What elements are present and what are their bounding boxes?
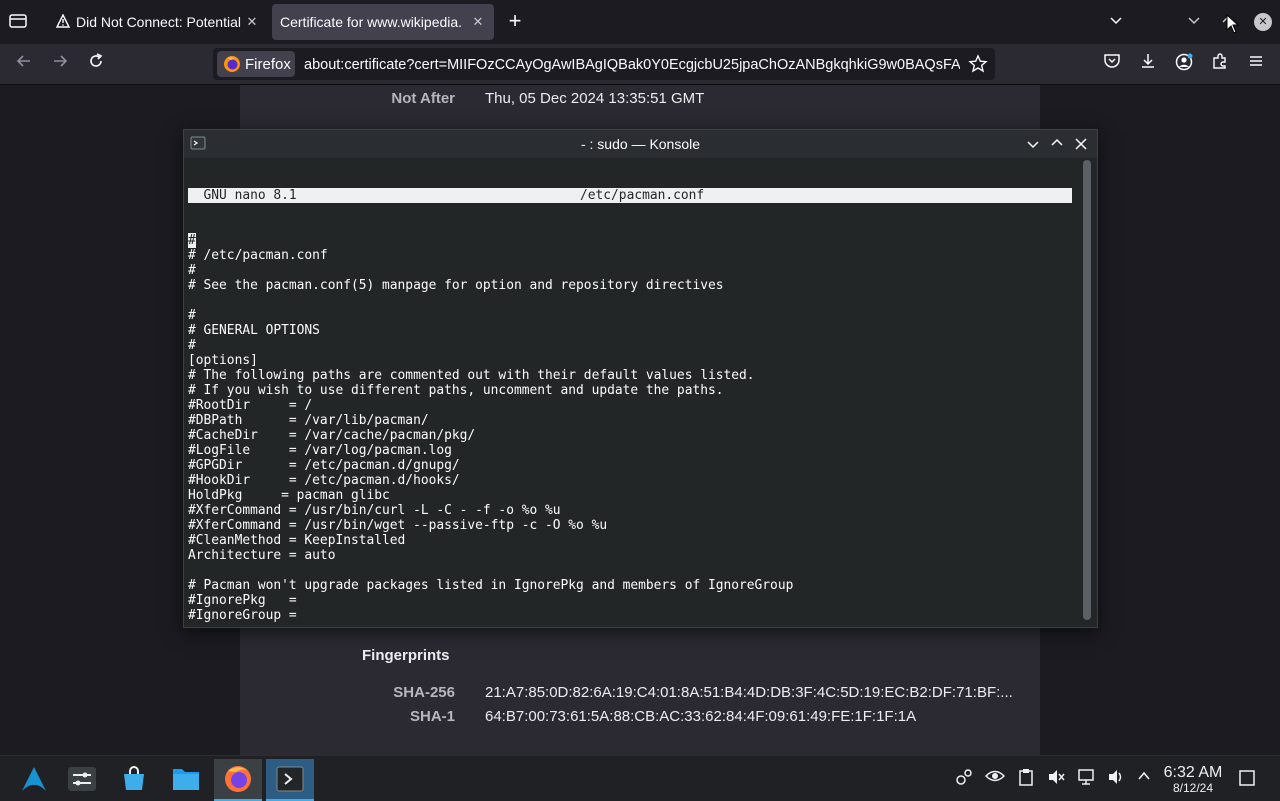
file-line[interactable]: # /etc/pacman.conf: [188, 248, 1072, 263]
file-line[interactable]: #IgnoreGroup =: [188, 608, 1072, 623]
account-icon[interactable]: [1172, 52, 1196, 76]
sha256-label: SHA-256: [393, 684, 455, 701]
konsole-titlebar[interactable]: - : sudo — Konsole: [184, 130, 1097, 158]
file-line[interactable]: Architecture = auto: [188, 548, 1072, 563]
konsole-title: - : sudo — Konsole: [580, 136, 701, 152]
window-close-icon[interactable]: ✕: [1254, 13, 1272, 31]
pocket-icon[interactable]: [1100, 52, 1124, 76]
discover-store-icon[interactable]: [110, 759, 158, 799]
reload-button[interactable]: [84, 52, 108, 76]
file-line[interactable]: # GENERAL OPTIONS: [188, 323, 1072, 338]
show-desktop-icon[interactable]: [1238, 769, 1258, 789]
file-content[interactable]: # # /etc/pacman.conf # # See the pacman.con…: [188, 233, 1072, 624]
application-launcher-icon[interactable]: [10, 759, 58, 799]
file-line[interactable]: [options]: [188, 353, 1072, 368]
file-line[interactable]: #CleanMethod = KeepInstalled: [188, 533, 1072, 548]
bookmark-star-icon[interactable]: [968, 54, 988, 74]
file-line[interactable]: [188, 293, 1072, 308]
tab-title: Did Not Connect: Potential Security Issu…: [76, 14, 242, 30]
file-line[interactable]: #IgnorePkg =: [188, 593, 1072, 608]
extensions-icon[interactable]: [1208, 52, 1232, 76]
tab-certificate[interactable]: Certificate for www.wikipedia.org ✕: [272, 4, 494, 40]
terminal-area[interactable]: GNU nano 8.1/etc/pacman.conf # # /etc/pac…: [188, 158, 1072, 624]
warning-icon: [55, 12, 72, 31]
sha1-value: 64:B7:00:73:61:5A:88:CB:AC:33:62:84:4F:0…: [485, 708, 917, 725]
vpn-eye-icon[interactable]: [984, 768, 1006, 788]
file-line[interactable]: #: [188, 308, 1072, 323]
file-line[interactable]: # The following paths are commented out …: [188, 368, 1072, 383]
tab-strip: Did Not Connect: Potential Security Issu…: [0, 0, 1280, 44]
konsole-minimize-icon[interactable]: [1026, 137, 1040, 151]
nano-filename: /etc/pacman.conf: [580, 188, 705, 203]
close-tab-icon[interactable]: ✕: [470, 14, 486, 30]
audio-muted-icon[interactable]: [1046, 768, 1066, 788]
system-settings-icon[interactable]: [58, 759, 106, 799]
konsole-close-icon[interactable]: [1074, 137, 1088, 151]
terminal-scrollbar[interactable]: [1083, 160, 1091, 620]
downloads-icon[interactable]: [1136, 52, 1160, 76]
file-line[interactable]: #GPGDir = /etc/pacman.d/gnupg/: [188, 458, 1072, 473]
file-line[interactable]: [188, 563, 1072, 578]
taskbar: 6:32 AM 8/12/24: [0, 755, 1280, 801]
mouse-cursor-icon: [1226, 13, 1240, 34]
nano-version: GNU nano 8.1: [188, 188, 297, 203]
identity-label: Firefox: [245, 55, 291, 73]
file-line[interactable]: #: [188, 338, 1072, 353]
tab-list-icon[interactable]: [8, 12, 30, 32]
tab-security-issue[interactable]: Did Not Connect: Potential Security Issu…: [48, 4, 268, 40]
forward-button[interactable]: [48, 52, 72, 76]
window-minimize-icon[interactable]: [1186, 12, 1206, 32]
not-after-label: Not After: [391, 90, 455, 107]
identity-box[interactable]: Firefox: [217, 51, 295, 77]
file-line[interactable]: # If you wish to use different paths, un…: [188, 383, 1072, 398]
file-line[interactable]: #DBPath = /var/lib/pacman/: [188, 413, 1072, 428]
clock[interactable]: 6:32 AM 8/12/24: [1156, 764, 1230, 795]
kde-connect-icon[interactable]: [954, 768, 974, 788]
konsole-window[interactable]: - : sudo — Konsole GNU nano 8.1/etc/pacm…: [183, 129, 1098, 628]
file-line[interactable]: # See the pacman.conf(5) manpage for opt…: [188, 278, 1072, 293]
file-line[interactable]: #RootDir = /: [188, 398, 1072, 413]
file-line[interactable]: #HookDir = /etc/pacman.d/hooks/: [188, 473, 1072, 488]
tab-title: Certificate for www.wikipedia.org: [280, 14, 462, 30]
konsole-maximize-icon[interactable]: [1050, 136, 1064, 150]
fingerprints-heading: Fingerprints: [362, 647, 450, 664]
file-line[interactable]: HoldPkg = pacman glibc: [188, 488, 1072, 503]
volume-icon[interactable]: [1106, 768, 1126, 788]
konsole-taskbar-icon[interactable]: [266, 759, 314, 801]
url-text[interactable]: about:certificate?cert=MIIFOzCCAyOgAwIBA…: [304, 55, 960, 75]
sha1-label: SHA-1: [409, 708, 455, 725]
firefox-taskbar-icon[interactable]: [214, 759, 262, 801]
file-line[interactable]: #: [188, 263, 1072, 278]
close-tab-icon[interactable]: ✕: [244, 14, 260, 30]
clipboard-icon[interactable]: [1016, 768, 1036, 788]
clock-time: 6:32 AM: [1163, 764, 1223, 781]
menu-icon[interactable]: [1244, 52, 1268, 76]
sha256-value: 21:A7:85:0D:82:6A:19:C4:01:8A:51:B4:4D:D…: [485, 684, 1013, 701]
file-line[interactable]: #: [188, 233, 1072, 248]
clock-date: 8/12/24: [1172, 781, 1214, 795]
list-all-tabs-icon[interactable]: [1108, 12, 1128, 32]
show-hidden-icons-chevron-icon[interactable]: [1134, 768, 1154, 788]
file-line[interactable]: #LogFile = /var/log/pacman.log: [188, 443, 1072, 458]
not-after-value: Thu, 05 Dec 2024 13:35:51 GMT: [485, 90, 705, 107]
file-line[interactable]: # Pacman won't upgrade packages listed i…: [188, 578, 1072, 593]
file-line[interactable]: #CacheDir = /var/cache/pacman/pkg/: [188, 428, 1072, 443]
network-icon[interactable]: [1076, 768, 1096, 788]
firefox-logo-icon: [223, 55, 241, 73]
new-tab-button[interactable]: +: [504, 10, 526, 32]
file-manager-icon[interactable]: [162, 759, 210, 799]
scrollbar-thumb[interactable]: [1083, 160, 1091, 620]
back-button[interactable]: [12, 52, 36, 76]
nano-header: GNU nano 8.1/etc/pacman.conf: [188, 188, 1072, 203]
file-line[interactable]: #XferCommand = /usr/bin/curl -L -C - -f …: [188, 503, 1072, 518]
file-line[interactable]: #XferCommand = /usr/bin/wget --passive-f…: [188, 518, 1072, 533]
